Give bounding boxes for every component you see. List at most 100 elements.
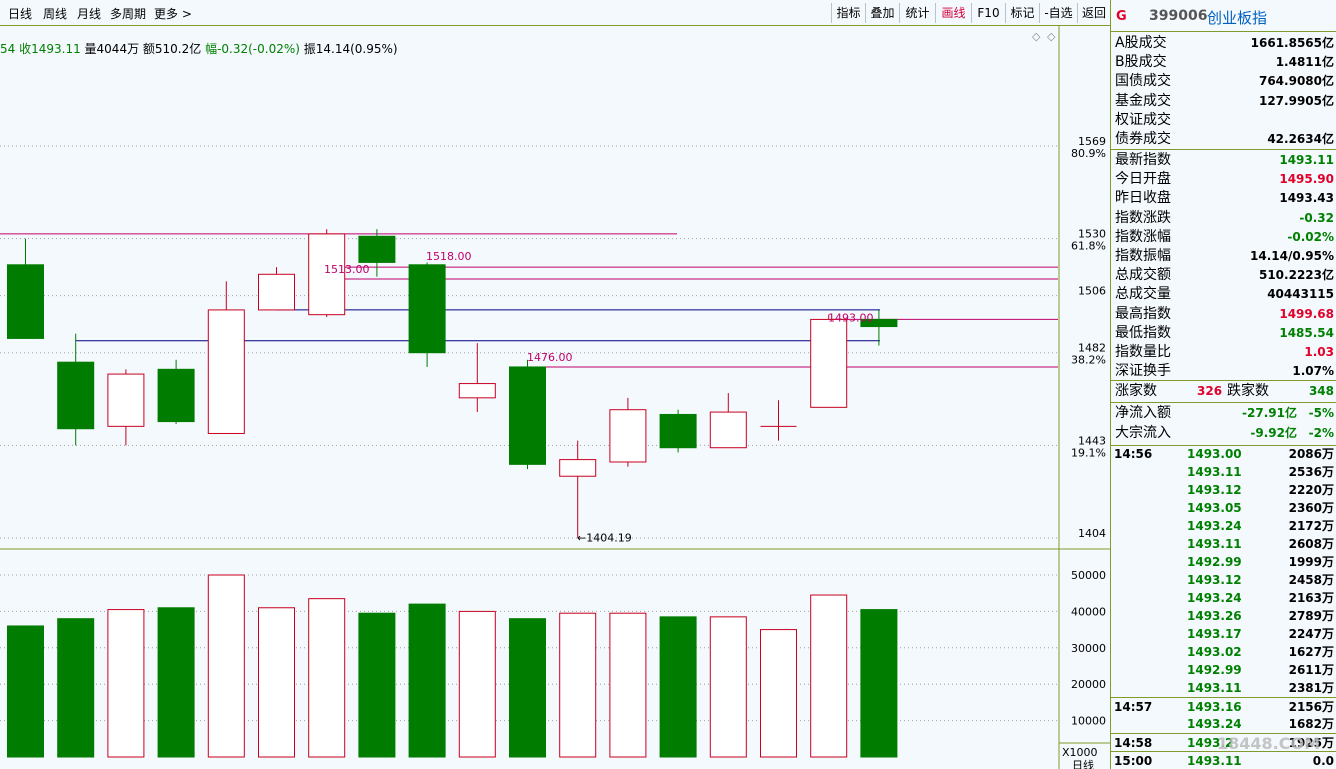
row-value: 1.03 <box>1304 345 1334 359</box>
down-count-label: 跌家数 <box>1227 383 1269 399</box>
candle[interactable] <box>458 343 496 413</box>
tab-watchlist[interactable]: -自选 <box>1039 3 1077 23</box>
candle-body <box>408 264 446 354</box>
candle[interactable] <box>107 369 145 446</box>
candle[interactable] <box>509 359 546 470</box>
tab-mark[interactable]: 标记 <box>1005 3 1039 23</box>
candle-body <box>559 459 597 477</box>
flow-percent: -2% <box>1308 425 1334 440</box>
tick-row: 1493.24 2172万 <box>1111 517 1336 535</box>
tab-f10[interactable]: F10 <box>971 3 1005 23</box>
tick-price: 1493.11 <box>1187 465 1242 479</box>
tab-weekly[interactable]: 周线 <box>43 5 67 22</box>
row-label: 今日开盘 <box>1115 171 1171 188</box>
row-value: 1.07% <box>1292 364 1334 379</box>
tick-price: 1493.24 <box>1187 519 1242 533</box>
tab-statistics[interactable]: 统计 <box>899 3 935 23</box>
tab-indicator[interactable]: 指标 <box>831 3 865 23</box>
tick-volume: 0.0 <box>1312 754 1334 768</box>
tick-price: 1493.11 <box>1187 681 1242 695</box>
tab-back[interactable]: 返回 <box>1077 3 1110 23</box>
volume-tick-label: 40000 <box>1071 605 1106 618</box>
tick-row: 1493.02 1627万 <box>1111 643 1336 661</box>
g-icon: G <box>1116 9 1127 24</box>
candle[interactable] <box>207 281 245 434</box>
tick-price: 1493.11 <box>1187 754 1242 768</box>
tick-price: 1493.26 <box>1187 609 1242 623</box>
index-stat-row: 指数量比 1.03 <box>1111 343 1336 362</box>
index-stat-row: 昨日收盘 1493.43 <box>1111 189 1336 208</box>
tab-monthly[interactable]: 月线 <box>77 5 101 22</box>
volume-bar <box>57 618 95 758</box>
candle[interactable] <box>57 333 95 446</box>
tick-price: 1493.12 <box>1187 483 1242 497</box>
tab-drawing[interactable]: 画线 <box>935 3 971 23</box>
up-count-label: 涨家数 <box>1115 383 1157 399</box>
flow-label: 大宗流入 <box>1115 424 1171 441</box>
candle[interactable] <box>157 359 195 424</box>
volume-unit-label: X1000 <box>1062 746 1098 759</box>
volume-bar <box>509 618 546 758</box>
tick-price: 1493.17 <box>1187 627 1242 641</box>
row-value: 1.4811亿 <box>1275 55 1334 70</box>
volume-bar <box>458 610 496 758</box>
row-label: 指数涨跌 <box>1115 209 1171 226</box>
tick-price: 1493.16 <box>1187 700 1242 714</box>
row-label: 指数振幅 <box>1115 248 1171 264</box>
tick-volume: 2458万 <box>1288 573 1334 587</box>
volume-bar <box>358 612 396 758</box>
price-annotation: 1493.00 <box>828 312 874 325</box>
row-label: 总成交额 <box>1115 267 1171 284</box>
tick-row: 1493.24 2163万 <box>1111 589 1336 607</box>
quote-panel: G 399006 创业板指 A股成交 1661.8565亿 B股成交 1.4811亿国… <box>1110 0 1336 769</box>
volume-bar <box>709 616 747 758</box>
index-stat-row: 指数振幅 14.14/0.95% <box>1111 247 1336 266</box>
volume-bar <box>258 607 295 758</box>
trade-volume-row: B股成交 1.4811亿 <box>1111 53 1336 72</box>
tick-row: 1492.99 1999万 <box>1111 553 1336 571</box>
index-stat-row: 最新指数 1493.11 <box>1111 151 1336 170</box>
candle[interactable] <box>408 262 446 367</box>
capital-flow-row: 大宗流入 -9.92亿 -2% <box>1111 424 1336 443</box>
volume-bar <box>157 607 195 758</box>
volume-bar <box>810 594 848 758</box>
tick-row: 1493.05 2360万 <box>1111 499 1336 517</box>
diamond-icon[interactable]: ◇ <box>1032 30 1041 43</box>
candle-body <box>107 373 145 427</box>
candle[interactable] <box>810 314 848 408</box>
index-name: 创业板指 <box>1207 9 1268 27</box>
chart-toolbar: 日线 周线 月线 多周期 更多 > 指标 叠加 统计 画线 F10 标记 -自选… <box>0 0 1110 26</box>
percent-tick-label: 80.9% <box>1071 147 1106 160</box>
tab-more[interactable]: 更多 > <box>154 5 192 22</box>
tick-volume: 2247万 <box>1288 627 1334 641</box>
advance-decline-row: 涨家数 326 跌家数 348 <box>1111 382 1336 401</box>
diamond-alt-icon[interactable]: ◇ <box>1047 30 1056 43</box>
index-stat-row: 最低指数 1485.54 <box>1111 324 1336 343</box>
tab-daily[interactable]: 日线 <box>8 5 32 22</box>
price-tick-label: 1506 <box>1078 285 1106 298</box>
row-value: 1495.90 <box>1279 172 1334 187</box>
tick-row: 15:00 1493.11 0.0 <box>1111 751 1336 769</box>
tick-volume: 2789万 <box>1288 609 1334 623</box>
candle[interactable] <box>258 267 295 311</box>
candle[interactable] <box>659 409 697 453</box>
trade-volume-row: A股成交 1661.8565亿 <box>1111 34 1336 53</box>
tick-volume: 2608万 <box>1288 537 1334 551</box>
candle[interactable] <box>709 393 747 449</box>
tab-multi-period[interactable]: 多周期 <box>110 5 146 22</box>
candle[interactable] <box>609 397 647 467</box>
candle-body <box>458 383 496 399</box>
tick-time: 14:58 <box>1114 736 1153 750</box>
row-label: A股成交 <box>1115 35 1167 51</box>
volume-bar <box>559 612 597 758</box>
candle-body <box>709 411 747 449</box>
row-label: 最低指数 <box>1115 324 1171 341</box>
candle[interactable] <box>559 440 597 538</box>
candlestick-chart[interactable]: 156980.9%153061.8%1506148238.2%144319.1%… <box>0 26 1110 769</box>
tab-overlay[interactable]: 叠加 <box>865 3 899 23</box>
index-stat-row: 今日开盘 1495.90 <box>1111 170 1336 189</box>
candle[interactable] <box>760 400 797 441</box>
tick-price: 1492.99 <box>1187 555 1242 569</box>
row-label: 深证换手 <box>1115 363 1171 380</box>
candle[interactable] <box>7 238 44 339</box>
